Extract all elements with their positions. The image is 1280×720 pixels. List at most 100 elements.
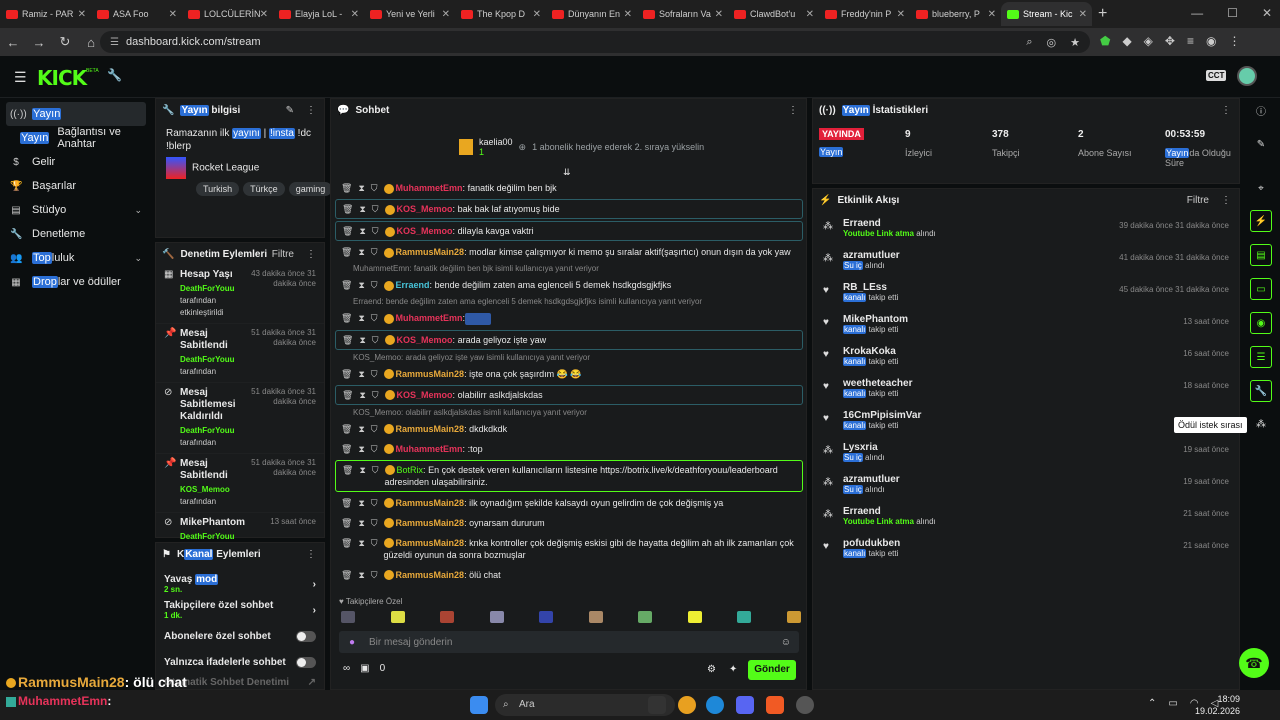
- drops-icon[interactable]: ▣: [360, 663, 369, 674]
- close-icon[interactable]: ✕: [897, 9, 905, 20]
- chat-username[interactable]: RammusMain28: [396, 498, 465, 508]
- trash-icon[interactable]: 🗑: [341, 517, 352, 529]
- avatar[interactable]: [1237, 66, 1257, 86]
- chat-icon[interactable]: ▭: [1250, 278, 1272, 300]
- shield-icon[interactable]: ⛉: [371, 443, 378, 455]
- close-icon[interactable]: ✕: [78, 9, 86, 20]
- activity-row[interactable]: ⁂ Erraend Youtube Link atma alındı 39 dakik…: [813, 215, 1239, 247]
- activity-row[interactable]: ⁂ azramutluer Su iç alındı 41 dakika önce 3…: [813, 247, 1239, 279]
- nav-studio[interactable]: ▤ Stüdyo ⌄: [0, 198, 152, 222]
- emote-icon[interactable]: [786, 611, 801, 623]
- emote-icon[interactable]: [737, 611, 752, 623]
- focus-icon[interactable]: ⌖: [1250, 178, 1272, 200]
- nav-stream[interactable]: ((·)) Yayın: [6, 102, 146, 126]
- trash-icon[interactable]: 🗑: [341, 182, 352, 194]
- chat-username[interactable]: Erraend: [396, 280, 430, 290]
- slow-mode-row[interactable]: Yavaş mod 2 sn. ›: [156, 571, 324, 597]
- activity-row[interactable]: ♥ pofudukben kanalı takip etti 21 saat önce: [813, 535, 1239, 567]
- close-icon[interactable]: ✕: [1262, 6, 1272, 20]
- browser-tab[interactable]: Stream - Kic ✕: [1001, 2, 1092, 26]
- timeout-icon[interactable]: ⧗: [358, 497, 364, 509]
- filter-button[interactable]: Filtre: [272, 249, 294, 260]
- stream-category[interactable]: Rocket League: [166, 157, 314, 179]
- chat-username[interactable]: RammusMain28: [396, 538, 465, 548]
- menu-icon[interactable]: ⋮: [1228, 34, 1240, 48]
- shield-icon[interactable]: ⛉: [371, 569, 378, 581]
- timeout-icon[interactable]: ⧗: [358, 537, 364, 549]
- help-icon[interactable]: ☎: [1239, 648, 1269, 678]
- chat-username[interactable]: MuhammetEmn: [396, 183, 463, 193]
- close-icon[interactable]: ✕: [624, 9, 632, 20]
- chat-username[interactable]: RammusMain28: [396, 247, 465, 257]
- emote-icon[interactable]: [341, 611, 355, 623]
- profile-icon[interactable]: ◉: [1206, 34, 1216, 48]
- wrench-icon[interactable]: 🔧: [1250, 380, 1272, 402]
- zoom-icon[interactable]: ⌕: [1026, 36, 1032, 49]
- activity-name[interactable]: pofudukben: [843, 538, 1239, 549]
- more-icon[interactable]: ⋮: [1221, 195, 1231, 206]
- emote-icon[interactable]: [687, 611, 702, 623]
- discord-icon[interactable]: [736, 696, 754, 714]
- clock[interactable]: 18:09 19.02.2026: [1195, 693, 1240, 717]
- chat-username[interactable]: RammusMain28: [396, 570, 465, 580]
- nav-moderation[interactable]: 🔧 Denetleme: [0, 222, 152, 246]
- activity-name[interactable]: Erraend: [843, 506, 1239, 517]
- site-info-icon[interactable]: ☰: [110, 37, 119, 48]
- browser-tab[interactable]: Ramiz - PAR ✕: [0, 2, 91, 26]
- emote-icon[interactable]: [638, 611, 653, 623]
- nav-achievements[interactable]: 🏆 Başarılar: [0, 174, 152, 198]
- shield-icon[interactable]: ⛉: [371, 279, 378, 291]
- timeout-icon[interactable]: ⧗: [359, 389, 365, 401]
- timeout-icon[interactable]: ⧗: [358, 443, 364, 455]
- reload-icon[interactable]: ↻: [52, 34, 78, 50]
- mod-log-row[interactable]: ⊘ Mesaj Sabitlemesi Kaldırıldı DeathForYou…: [156, 383, 324, 454]
- timeout-icon[interactable]: ⧗: [358, 368, 364, 380]
- close-icon[interactable]: ✕: [1079, 9, 1087, 20]
- chevron-up-icon[interactable]: ⌃: [1148, 698, 1156, 709]
- trash-icon[interactable]: 🗑: [341, 279, 352, 291]
- chat-username[interactable]: RammusMain28: [396, 424, 465, 434]
- more-icon[interactable]: ⋮: [788, 105, 798, 116]
- mod-log-row[interactable]: 📌 Mesaj Sabitlendi KOS_Memoo tarafından 51 …: [156, 454, 324, 513]
- shield-icon[interactable]: ⛉: [371, 182, 378, 194]
- browser-tab[interactable]: Yeni ve Yerli ✕: [364, 2, 455, 26]
- list-icon[interactable]: ☰: [1250, 346, 1272, 368]
- followers-only-row[interactable]: Takipçilere özel sohbet 1 dk. ›: [156, 597, 324, 623]
- timeout-icon[interactable]: ⧗: [358, 569, 364, 581]
- timeout-icon[interactable]: ⧗: [358, 279, 364, 291]
- diamond-icon[interactable]: ◈: [1144, 34, 1153, 48]
- emote-icon[interactable]: [390, 611, 405, 623]
- trash-icon[interactable]: 🗑: [342, 389, 353, 401]
- browser-tab[interactable]: Elayja LoL - ✕: [273, 2, 364, 26]
- url-input[interactable]: ☰ dashboard.kick.com/stream ⌕ ◎ ★: [100, 31, 1090, 53]
- timeout-icon[interactable]: ⧗: [358, 312, 364, 324]
- extension-icon[interactable]: ◆: [1122, 34, 1131, 48]
- points-icon[interactable]: ∞: [343, 663, 350, 674]
- hamburger-icon[interactable]: ☰: [14, 69, 27, 86]
- new-tab-button[interactable]: +: [1098, 5, 1107, 23]
- emote-icon[interactable]: [539, 611, 554, 623]
- mod-log-row[interactable]: 📌 Mesaj Sabitlendi DeathForYouu tarafından…: [156, 324, 324, 383]
- close-icon[interactable]: ✕: [533, 9, 541, 20]
- emote-icon[interactable]: [489, 611, 504, 623]
- edge-icon[interactable]: [706, 696, 724, 714]
- shield-icon[interactable]: ⛉: [372, 334, 379, 346]
- nav-connection[interactable]: Yayın Bağlantısı ve Anahtar: [0, 126, 152, 150]
- close-icon[interactable]: ✕: [169, 9, 177, 20]
- emote-icon[interactable]: [440, 611, 455, 623]
- browser-tab[interactable]: blueberry, P ✕: [910, 2, 1001, 26]
- nav-community[interactable]: 👥 Topluluk ⌄: [0, 246, 152, 270]
- trash-icon[interactable]: 🗑: [342, 334, 353, 346]
- edit-icon[interactable]: ✎: [286, 105, 294, 116]
- chat-username[interactable]: KOS_Memoo: [397, 204, 453, 214]
- puzzle-icon[interactable]: ✥: [1165, 34, 1175, 48]
- close-icon[interactable]: ✕: [351, 9, 359, 20]
- mic-icon[interactable]: ●: [349, 637, 355, 648]
- trash-icon[interactable]: 🗑: [341, 312, 352, 324]
- forward-icon[interactable]: →: [26, 35, 52, 50]
- timeout-icon[interactable]: ⧗: [358, 423, 364, 435]
- activity-name[interactable]: azramutluer: [843, 474, 1239, 485]
- timeout-icon[interactable]: ⧗: [358, 517, 364, 529]
- emote-icon[interactable]: [588, 611, 603, 623]
- chrome-icon[interactable]: [678, 696, 696, 714]
